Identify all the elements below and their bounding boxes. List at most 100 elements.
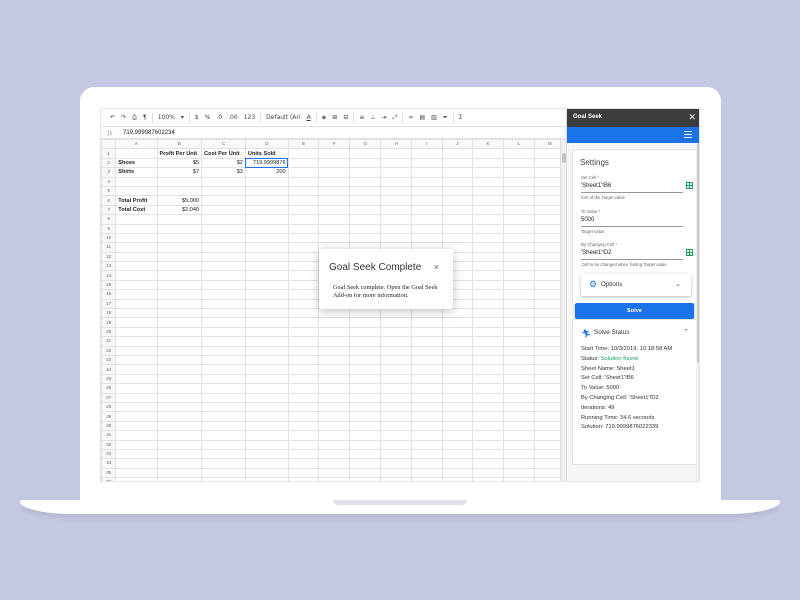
cell[interactable]: Shoes <box>115 157 158 169</box>
cell[interactable] <box>380 448 413 460</box>
cell[interactable] <box>472 439 504 450</box>
column-header[interactable]: L <box>502 139 535 150</box>
cell[interactable] <box>287 261 320 272</box>
cell[interactable] <box>244 176 289 187</box>
cell[interactable] <box>156 242 203 253</box>
cell[interactable] <box>441 354 474 366</box>
cell[interactable] <box>380 383 413 394</box>
cell[interactable] <box>156 383 203 394</box>
row-header[interactable]: 35 <box>101 467 117 479</box>
cell[interactable] <box>411 411 443 422</box>
cell[interactable] <box>472 430 504 441</box>
cell[interactable] <box>201 308 246 319</box>
cell[interactable] <box>472 167 504 178</box>
cell[interactable] <box>502 148 535 159</box>
cell[interactable] <box>441 232 474 244</box>
cell[interactable] <box>472 279 504 291</box>
more-formats-button[interactable]: 123 <box>241 109 258 127</box>
cell[interactable] <box>156 477 203 481</box>
cell[interactable] <box>115 289 158 300</box>
cell[interactable] <box>201 439 246 450</box>
cell[interactable] <box>502 317 535 328</box>
cell[interactable] <box>349 477 382 481</box>
cell[interactable] <box>244 458 289 469</box>
row-header[interactable]: 24 <box>101 364 117 375</box>
cell[interactable] <box>115 232 158 244</box>
cell[interactable] <box>411 467 443 479</box>
cell[interactable] <box>201 383 246 394</box>
cell[interactable] <box>411 185 443 197</box>
cell[interactable] <box>115 261 158 272</box>
cell[interactable] <box>244 448 289 460</box>
cell[interactable] <box>156 430 203 441</box>
cell[interactable] <box>156 448 203 460</box>
cell[interactable] <box>502 214 535 225</box>
cell[interactable] <box>349 336 382 347</box>
cell[interactable] <box>244 185 289 197</box>
text-color-icon[interactable]: A <box>304 109 314 127</box>
cell[interactable] <box>156 420 203 432</box>
cell[interactable] <box>244 298 289 310</box>
cell[interactable] <box>201 204 246 216</box>
cell[interactable] <box>287 439 320 450</box>
cell[interactable] <box>287 364 320 375</box>
paint-format-icon[interactable]: ¶ <box>140 109 150 127</box>
cell[interactable] <box>411 336 443 347</box>
cell[interactable] <box>115 401 158 413</box>
cell[interactable] <box>349 223 382 234</box>
cell[interactable] <box>318 185 351 197</box>
cell[interactable] <box>318 308 351 319</box>
cell[interactable] <box>380 477 413 481</box>
cell[interactable] <box>349 354 382 366</box>
cell[interactable] <box>472 354 504 366</box>
cell[interactable] <box>115 326 158 338</box>
cell[interactable] <box>115 148 158 159</box>
cell[interactable] <box>287 336 320 347</box>
cell[interactable] <box>244 336 289 347</box>
cell[interactable] <box>287 204 320 216</box>
cell[interactable] <box>287 289 320 300</box>
cell[interactable] <box>502 467 535 479</box>
cell[interactable] <box>244 373 289 385</box>
cell[interactable] <box>244 289 289 300</box>
select-all-corner[interactable] <box>101 139 117 150</box>
row-header[interactable]: 31 <box>101 430 117 441</box>
cell[interactable] <box>287 477 320 481</box>
cell[interactable] <box>201 420 246 432</box>
cell[interactable] <box>472 392 504 403</box>
sidebar-scrollbar[interactable] <box>696 143 699 481</box>
cell[interactable] <box>472 373 504 385</box>
row-header[interactable]: 8 <box>101 214 117 225</box>
cell[interactable] <box>318 336 351 347</box>
row-header[interactable]: 27 <box>101 392 117 403</box>
cell[interactable] <box>115 345 158 357</box>
cell[interactable] <box>380 176 413 187</box>
cell[interactable] <box>201 242 246 253</box>
row-header[interactable]: 19 <box>101 317 117 328</box>
row-header[interactable]: 2 <box>101 157 117 169</box>
cell[interactable] <box>502 204 535 216</box>
cell[interactable] <box>411 308 443 319</box>
cell[interactable] <box>201 411 246 422</box>
cell[interactable] <box>411 176 443 187</box>
cell[interactable] <box>349 458 382 469</box>
set-cell-input[interactable]: 'Sheet1'!B6 <box>581 183 611 189</box>
cell[interactable] <box>244 279 289 291</box>
cell[interactable] <box>441 458 474 469</box>
row-header[interactable]: 4 <box>101 176 117 187</box>
cell[interactable] <box>318 411 351 422</box>
cell[interactable] <box>441 373 474 385</box>
cell[interactable] <box>201 373 246 385</box>
cell[interactable] <box>318 176 351 187</box>
cell[interactable] <box>287 411 320 422</box>
cell[interactable] <box>115 383 158 394</box>
cell[interactable] <box>201 326 246 338</box>
cell[interactable] <box>156 411 203 422</box>
cell[interactable] <box>115 430 158 441</box>
row-header[interactable]: 3 <box>101 167 117 178</box>
cell[interactable] <box>244 326 289 338</box>
cell[interactable] <box>287 373 320 385</box>
cell[interactable] <box>502 289 535 300</box>
cell[interactable] <box>244 308 289 319</box>
chevron-up-icon[interactable]: ⌃ <box>683 328 689 336</box>
